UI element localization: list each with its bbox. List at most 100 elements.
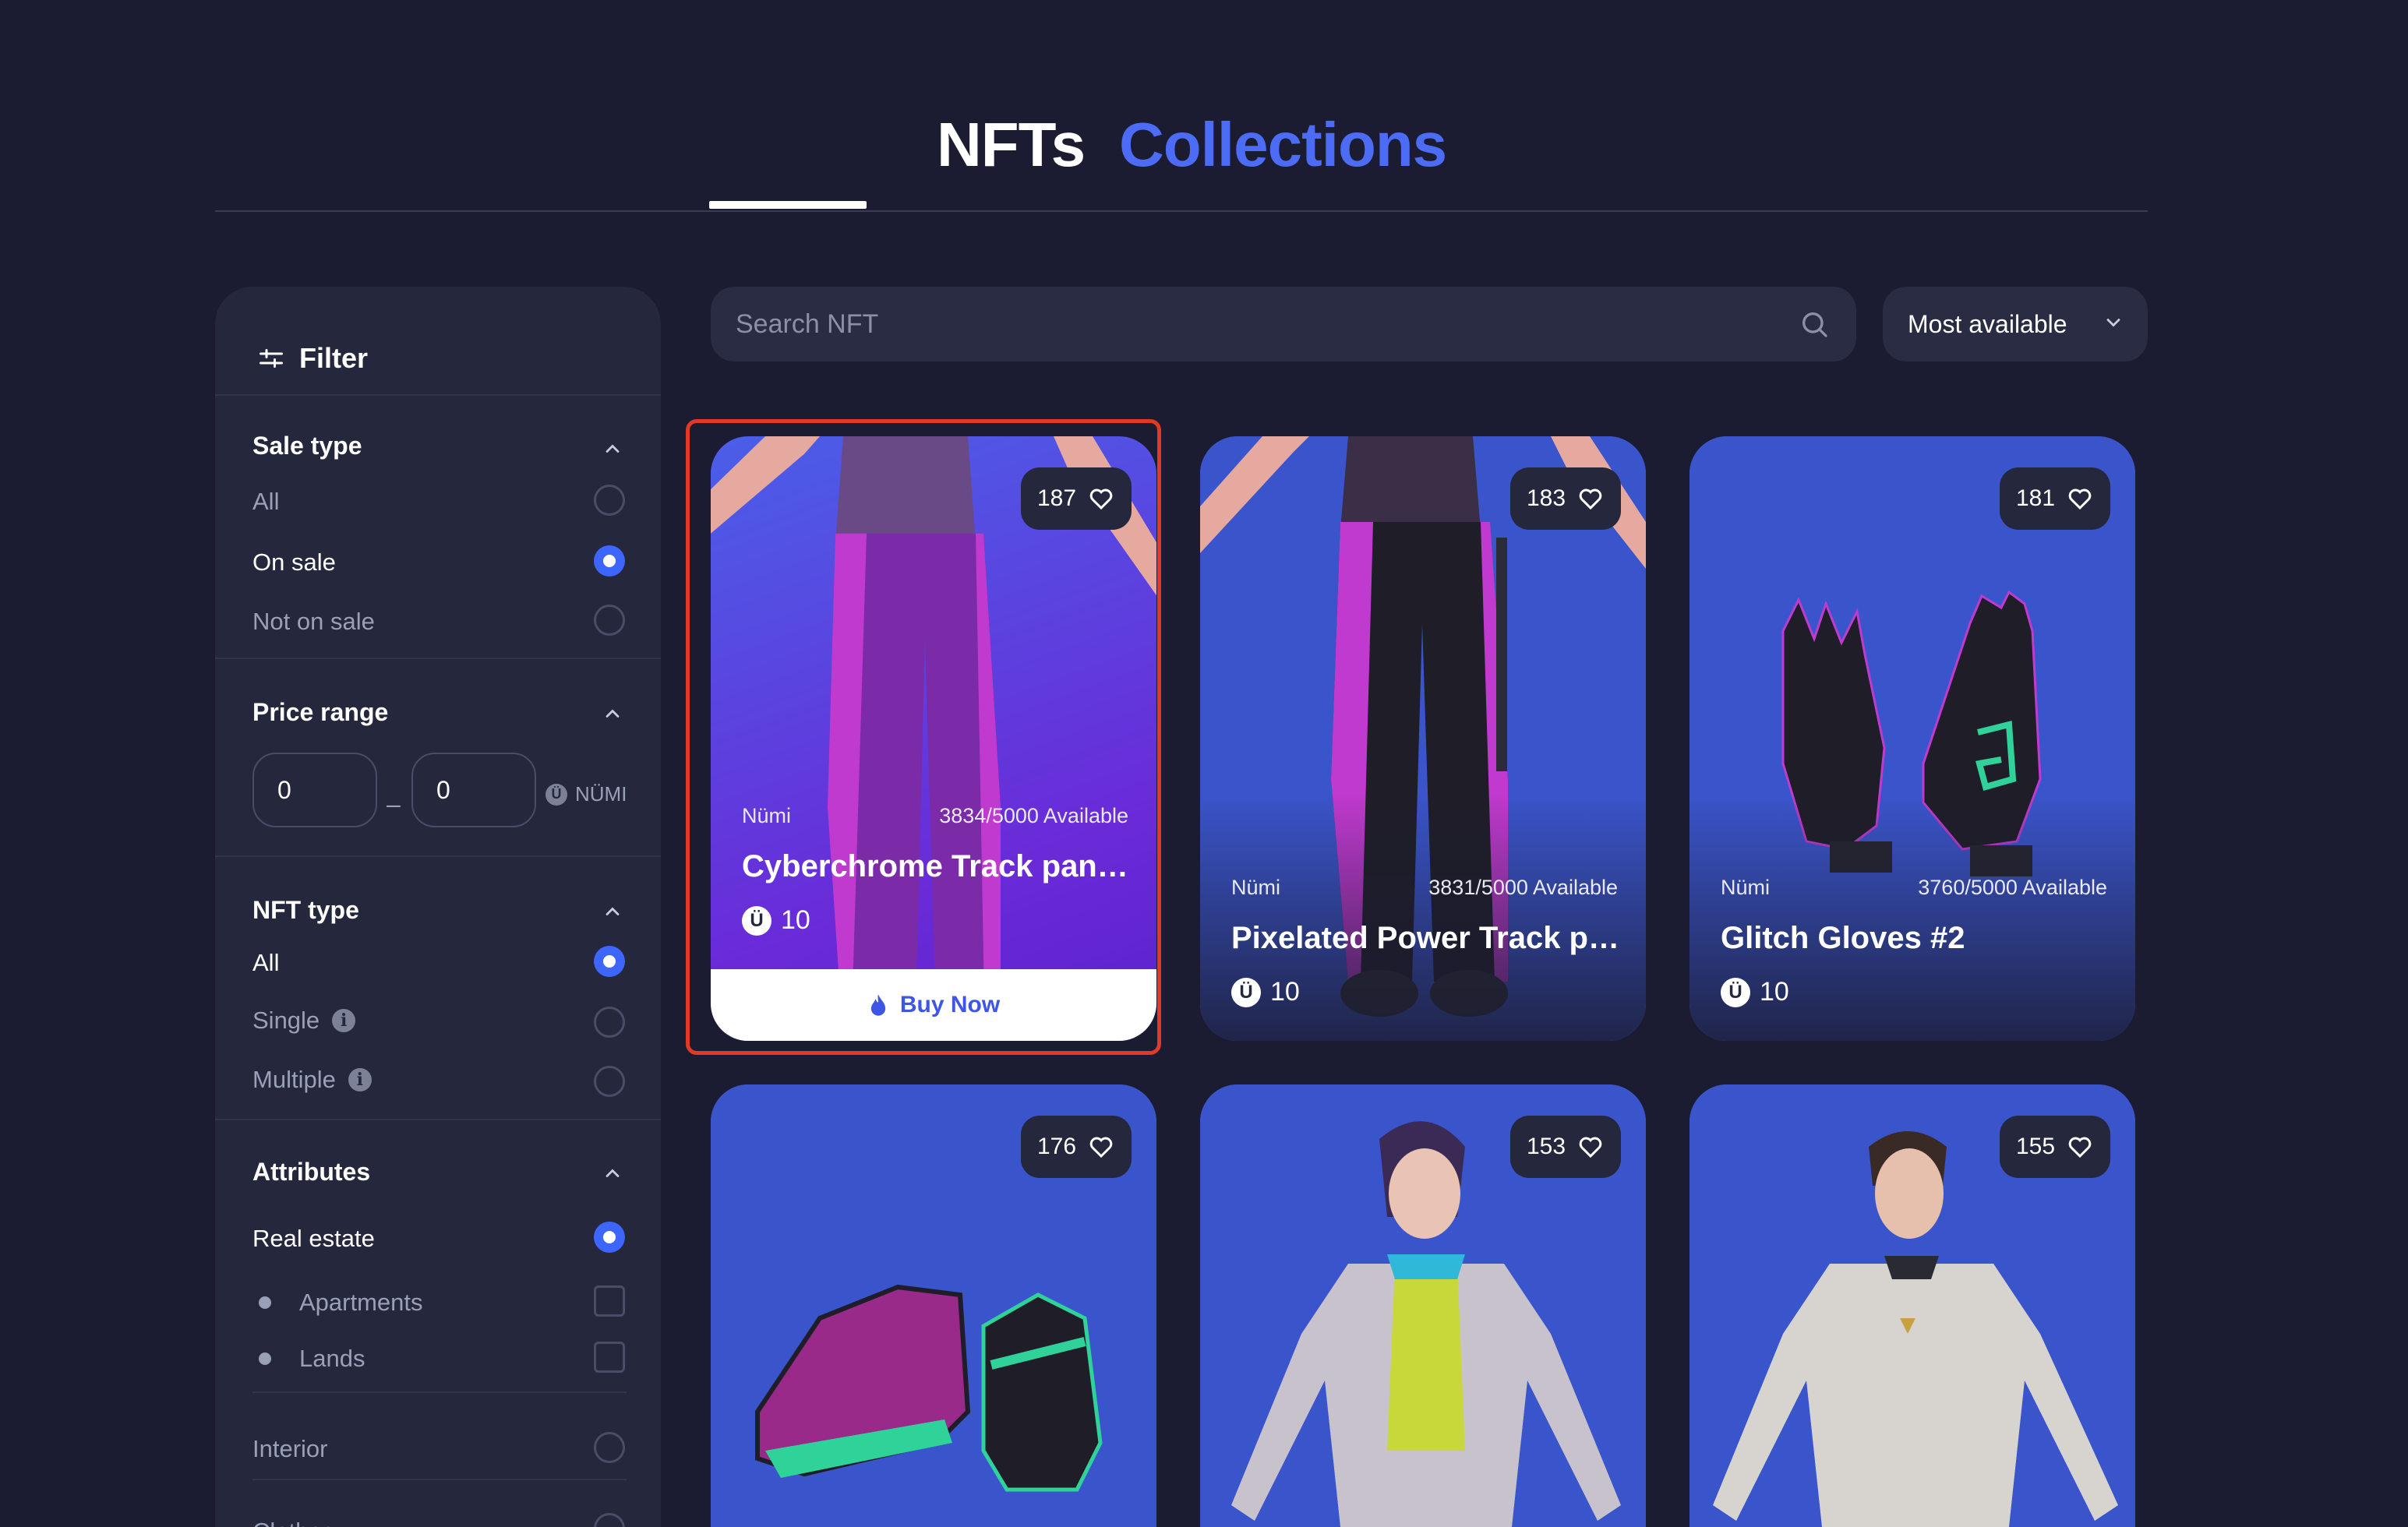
heart-icon bbox=[1579, 1137, 1602, 1158]
sale-type-all-radio[interactable] bbox=[594, 485, 625, 516]
like-button[interactable]: 183 bbox=[1510, 467, 1621, 530]
divider bbox=[252, 1391, 627, 1393]
attributes-option-lands: Lands bbox=[259, 1345, 365, 1373]
availability-count: 3831/5000 Available bbox=[1428, 876, 1618, 899]
like-count: 155 bbox=[2015, 1134, 2056, 1159]
price-min-input[interactable] bbox=[252, 753, 377, 827]
divider bbox=[215, 658, 661, 659]
like-button[interactable]: 187 bbox=[1021, 467, 1132, 530]
apartments-checkbox[interactable] bbox=[594, 1285, 625, 1317]
attributes-option-apartments: Apartments bbox=[259, 1289, 423, 1317]
price-value: 10 bbox=[1760, 977, 1789, 1007]
option-label: Real estate bbox=[252, 1225, 375, 1252]
nft-type-option-multiple: Multiple i bbox=[252, 1066, 372, 1094]
creator-name: Nümi bbox=[1231, 876, 1281, 899]
option-label: Lands bbox=[299, 1345, 365, 1372]
price-value: 10 bbox=[781, 905, 810, 935]
nft-type-multiple-radio[interactable] bbox=[594, 1066, 625, 1097]
nft-card[interactable]: 153 bbox=[1200, 1084, 1646, 1527]
sale-type-option-all: All bbox=[252, 488, 279, 516]
chevron-up-icon[interactable] bbox=[602, 703, 623, 725]
option-label: Single bbox=[252, 1007, 320, 1034]
tab-collections[interactable]: Collections bbox=[1119, 109, 1447, 181]
filter-sidebar: Filter Sale type All On sale Not on sale… bbox=[215, 287, 661, 1527]
heart-icon bbox=[1089, 488, 1113, 510]
attributes-option-real-estate: Real estate bbox=[252, 1225, 375, 1253]
nft-card[interactable]: 187 Nümi 3834/5000 Available Cyberchrome… bbox=[711, 436, 1156, 1041]
search-input[interactable] bbox=[711, 287, 1786, 361]
chevron-up-icon[interactable] bbox=[602, 901, 623, 922]
divider bbox=[215, 394, 661, 396]
search-bar bbox=[711, 287, 1856, 361]
nft-title: Cyberchrome Track pants... bbox=[742, 849, 1132, 883]
lands-checkbox[interactable] bbox=[594, 1342, 625, 1373]
heart-icon bbox=[2068, 488, 2092, 510]
attributes-option-clothes: Clothes bbox=[252, 1518, 334, 1527]
numi-coin-icon: Ü bbox=[742, 905, 771, 936]
sale-type-option-not-on-sale: Not on sale bbox=[252, 608, 375, 636]
price-currency: Ü NÜMI bbox=[546, 782, 627, 806]
nft-card[interactable]: 176 bbox=[711, 1084, 1156, 1527]
like-button[interactable]: 153 bbox=[1510, 1116, 1621, 1178]
info-icon[interactable]: i bbox=[348, 1068, 372, 1091]
search-icon[interactable] bbox=[1799, 309, 1830, 340]
nft-card[interactable]: 181 Nümi 3760/5000 Available Glitch Glov… bbox=[1689, 436, 2135, 1041]
creator-name: Nümi bbox=[1721, 876, 1771, 899]
nft-card[interactable]: 155 bbox=[1689, 1084, 2135, 1527]
like-button[interactable]: 181 bbox=[2000, 467, 2110, 530]
like-count: 153 bbox=[1526, 1134, 1566, 1159]
option-label: Apartments bbox=[299, 1289, 423, 1316]
numi-coin-icon: Ü bbox=[546, 783, 567, 806]
price-range-dash: – bbox=[387, 790, 401, 818]
card-meta: Nümi 3831/5000 Available bbox=[1231, 876, 1618, 900]
divider bbox=[252, 1479, 627, 1480]
sort-selected-value: Most available bbox=[1908, 310, 2067, 338]
nft-type-option-single: Single i bbox=[252, 1007, 356, 1035]
attributes-interior-radio[interactable] bbox=[594, 1432, 625, 1463]
chevron-up-icon[interactable] bbox=[602, 438, 623, 460]
like-count: 183 bbox=[1526, 485, 1566, 511]
like-count: 176 bbox=[1036, 1134, 1077, 1159]
like-button[interactable]: 155 bbox=[2000, 1116, 2110, 1178]
attributes-title: Attributes bbox=[252, 1158, 371, 1186]
chevron-down-icon bbox=[2106, 319, 2120, 327]
sort-dropdown[interactable]: Most available bbox=[1883, 287, 2148, 361]
chevron-up-icon[interactable] bbox=[602, 1162, 623, 1184]
card-meta: Nümi 3760/5000 Available bbox=[1721, 876, 2107, 900]
filter-header[interactable]: Filter bbox=[257, 327, 368, 390]
info-icon[interactable]: i bbox=[332, 1009, 356, 1032]
option-label: Multiple bbox=[252, 1066, 336, 1093]
tab-bar: NFTs Collections bbox=[215, 0, 2148, 212]
bullet bbox=[259, 1352, 271, 1365]
option-label: On sale bbox=[252, 548, 336, 576]
availability-count: 3760/5000 Available bbox=[1918, 876, 2107, 899]
like-count: 181 bbox=[2015, 485, 2056, 511]
flame-icon bbox=[870, 994, 885, 1016]
nft-price: Ü 10 bbox=[1721, 977, 1789, 1007]
like-button[interactable]: 176 bbox=[1021, 1116, 1132, 1178]
card-meta: Nümi 3834/5000 Available bbox=[742, 804, 1128, 828]
like-count: 187 bbox=[1036, 485, 1077, 511]
option-label: All bbox=[252, 488, 280, 515]
attributes-real-estate-radio[interactable] bbox=[594, 1222, 625, 1253]
option-label: Interior bbox=[252, 1435, 328, 1462]
buy-now-button[interactable]: Buy Now bbox=[711, 969, 1156, 1041]
tab-nfts[interactable]: NFTs bbox=[937, 109, 1086, 181]
sliders-icon bbox=[260, 349, 283, 368]
sale-type-not-on-sale-radio[interactable] bbox=[594, 605, 625, 636]
attributes-option-interior: Interior bbox=[252, 1435, 327, 1463]
nft-title: Glitch Gloves #2 bbox=[1721, 921, 1965, 955]
nft-price: Ü 10 bbox=[1231, 977, 1300, 1007]
heart-icon bbox=[2068, 1137, 2092, 1158]
price-max-input[interactable] bbox=[411, 753, 536, 827]
nft-type-single-radio[interactable] bbox=[594, 1007, 625, 1038]
divider bbox=[215, 1119, 661, 1120]
nft-type-all-radio[interactable] bbox=[594, 946, 625, 977]
heart-icon bbox=[1579, 488, 1602, 510]
sale-type-on-sale-radio[interactable] bbox=[594, 545, 625, 577]
currency-label: NÜMI bbox=[575, 782, 627, 806]
attributes-clothes-radio[interactable] bbox=[594, 1513, 625, 1527]
nft-card[interactable]: 183 Nümi 3831/5000 Available Pixelated P… bbox=[1200, 436, 1646, 1041]
buy-now-label: Buy Now bbox=[899, 992, 1001, 1017]
nft-price: Ü 10 bbox=[742, 905, 810, 936]
